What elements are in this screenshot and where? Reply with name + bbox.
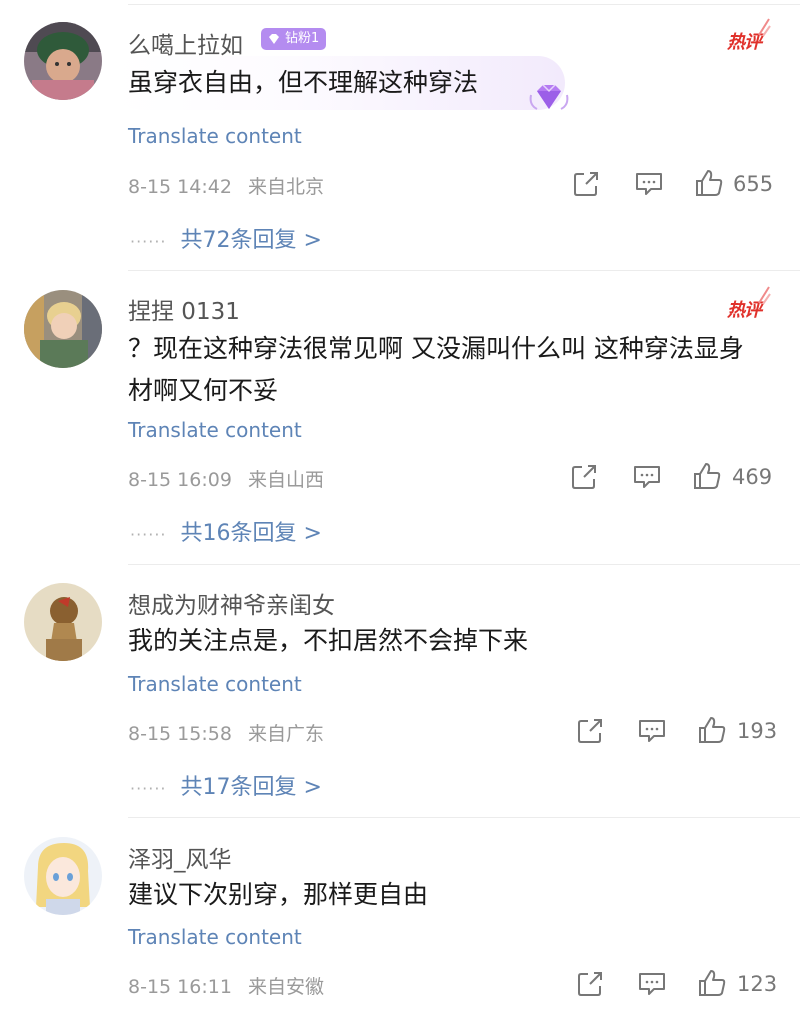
- hot-spark-icon: [758, 18, 771, 37]
- comment-meta: 8-15 16:11 来自安徽: [128, 972, 324, 999]
- comment-text: 虽穿衣自由，但不理解这种穿法: [128, 68, 479, 97]
- avatar[interactable]: [24, 22, 102, 100]
- hot-comment-label: 热评: [727, 32, 762, 53]
- username[interactable]: 捏捏 0131: [128, 292, 240, 326]
- share-icon[interactable]: [576, 970, 604, 998]
- comment-divider: [128, 270, 800, 271]
- like-count: 655: [733, 172, 774, 196]
- timestamp: 8-15 16:09: [128, 469, 232, 491]
- comment-divider: [128, 564, 800, 565]
- view-replies-link[interactable]: ······ 共72条回复 >: [130, 222, 322, 254]
- comment-icon[interactable]: [637, 717, 667, 745]
- dots-separator: ······: [130, 778, 167, 798]
- comment-meta: 8-15 14:42 来自北京: [128, 172, 324, 199]
- dots-separator: ······: [130, 524, 167, 544]
- avatar[interactable]: [24, 837, 102, 915]
- like-icon[interactable]: [692, 461, 722, 491]
- diamond-gem-icon: [269, 34, 279, 44]
- username[interactable]: 想成为财神爷亲闺女: [128, 586, 335, 620]
- username[interactable]: 泽羽_风华: [128, 840, 232, 874]
- comment-meta: 8-15 16:09 来自山西: [128, 465, 324, 492]
- location: 来自安徽: [247, 976, 324, 998]
- share-icon[interactable]: [570, 463, 598, 491]
- location: 来自北京: [247, 176, 324, 198]
- comment-divider: [128, 817, 800, 818]
- avatar[interactable]: [24, 583, 102, 661]
- timestamp: 8-15 16:11: [128, 976, 232, 998]
- comment-icon[interactable]: [637, 970, 667, 998]
- like-count: 469: [732, 465, 773, 489]
- dots-separator: ······: [130, 231, 167, 251]
- like-icon[interactable]: [697, 968, 727, 998]
- replies-label: 共17条回复 >: [180, 775, 322, 800]
- view-replies-link[interactable]: ······ 共16条回复 >: [130, 515, 322, 547]
- timestamp: 8-15 15:58: [128, 723, 232, 745]
- avatar[interactable]: [24, 290, 102, 368]
- like-count: 193: [737, 719, 778, 743]
- translate-link[interactable]: Translate content: [128, 418, 302, 442]
- diamond-gem-icon: [529, 84, 569, 110]
- comment-text: 我的关注点是，不扣居然不会掉下来: [128, 626, 529, 655]
- comment-meta: 8-15 15:58 来自广东: [128, 719, 324, 746]
- top-divider: [128, 4, 800, 5]
- like-count: 123: [737, 972, 778, 996]
- replies-label: 共16条回复 >: [180, 521, 322, 546]
- like-icon[interactable]: [697, 715, 727, 745]
- share-icon[interactable]: [572, 170, 600, 198]
- hot-comment-label: 热评: [727, 300, 762, 321]
- translate-link[interactable]: Translate content: [128, 672, 302, 696]
- location: 来自山西: [247, 469, 324, 491]
- fan-badge[interactable]: 钻粉1: [261, 28, 327, 50]
- comment-icon[interactable]: [632, 463, 662, 491]
- replies-label: 共72条回复 >: [180, 228, 322, 253]
- hot-spark-icon: [758, 286, 771, 305]
- badge-label: 钻粉1: [285, 31, 320, 46]
- like-icon[interactable]: [694, 168, 724, 198]
- location: 来自广东: [247, 723, 324, 745]
- share-icon[interactable]: [576, 717, 604, 745]
- comment-text: 建议下次别穿，那样更自由: [128, 880, 429, 909]
- view-replies-link[interactable]: ······ 共17条回复 >: [130, 769, 322, 801]
- comment-text: ？现在这种穿法很常见啊 又没漏叫什么叫 这种穿法显身材啊又何不妥: [128, 334, 744, 405]
- username[interactable]: 么噶上拉如: [128, 26, 243, 60]
- translate-link[interactable]: Translate content: [128, 124, 302, 148]
- translate-link[interactable]: Translate content: [128, 925, 302, 949]
- comment-icon[interactable]: [634, 170, 664, 198]
- timestamp: 8-15 14:42: [128, 176, 232, 198]
